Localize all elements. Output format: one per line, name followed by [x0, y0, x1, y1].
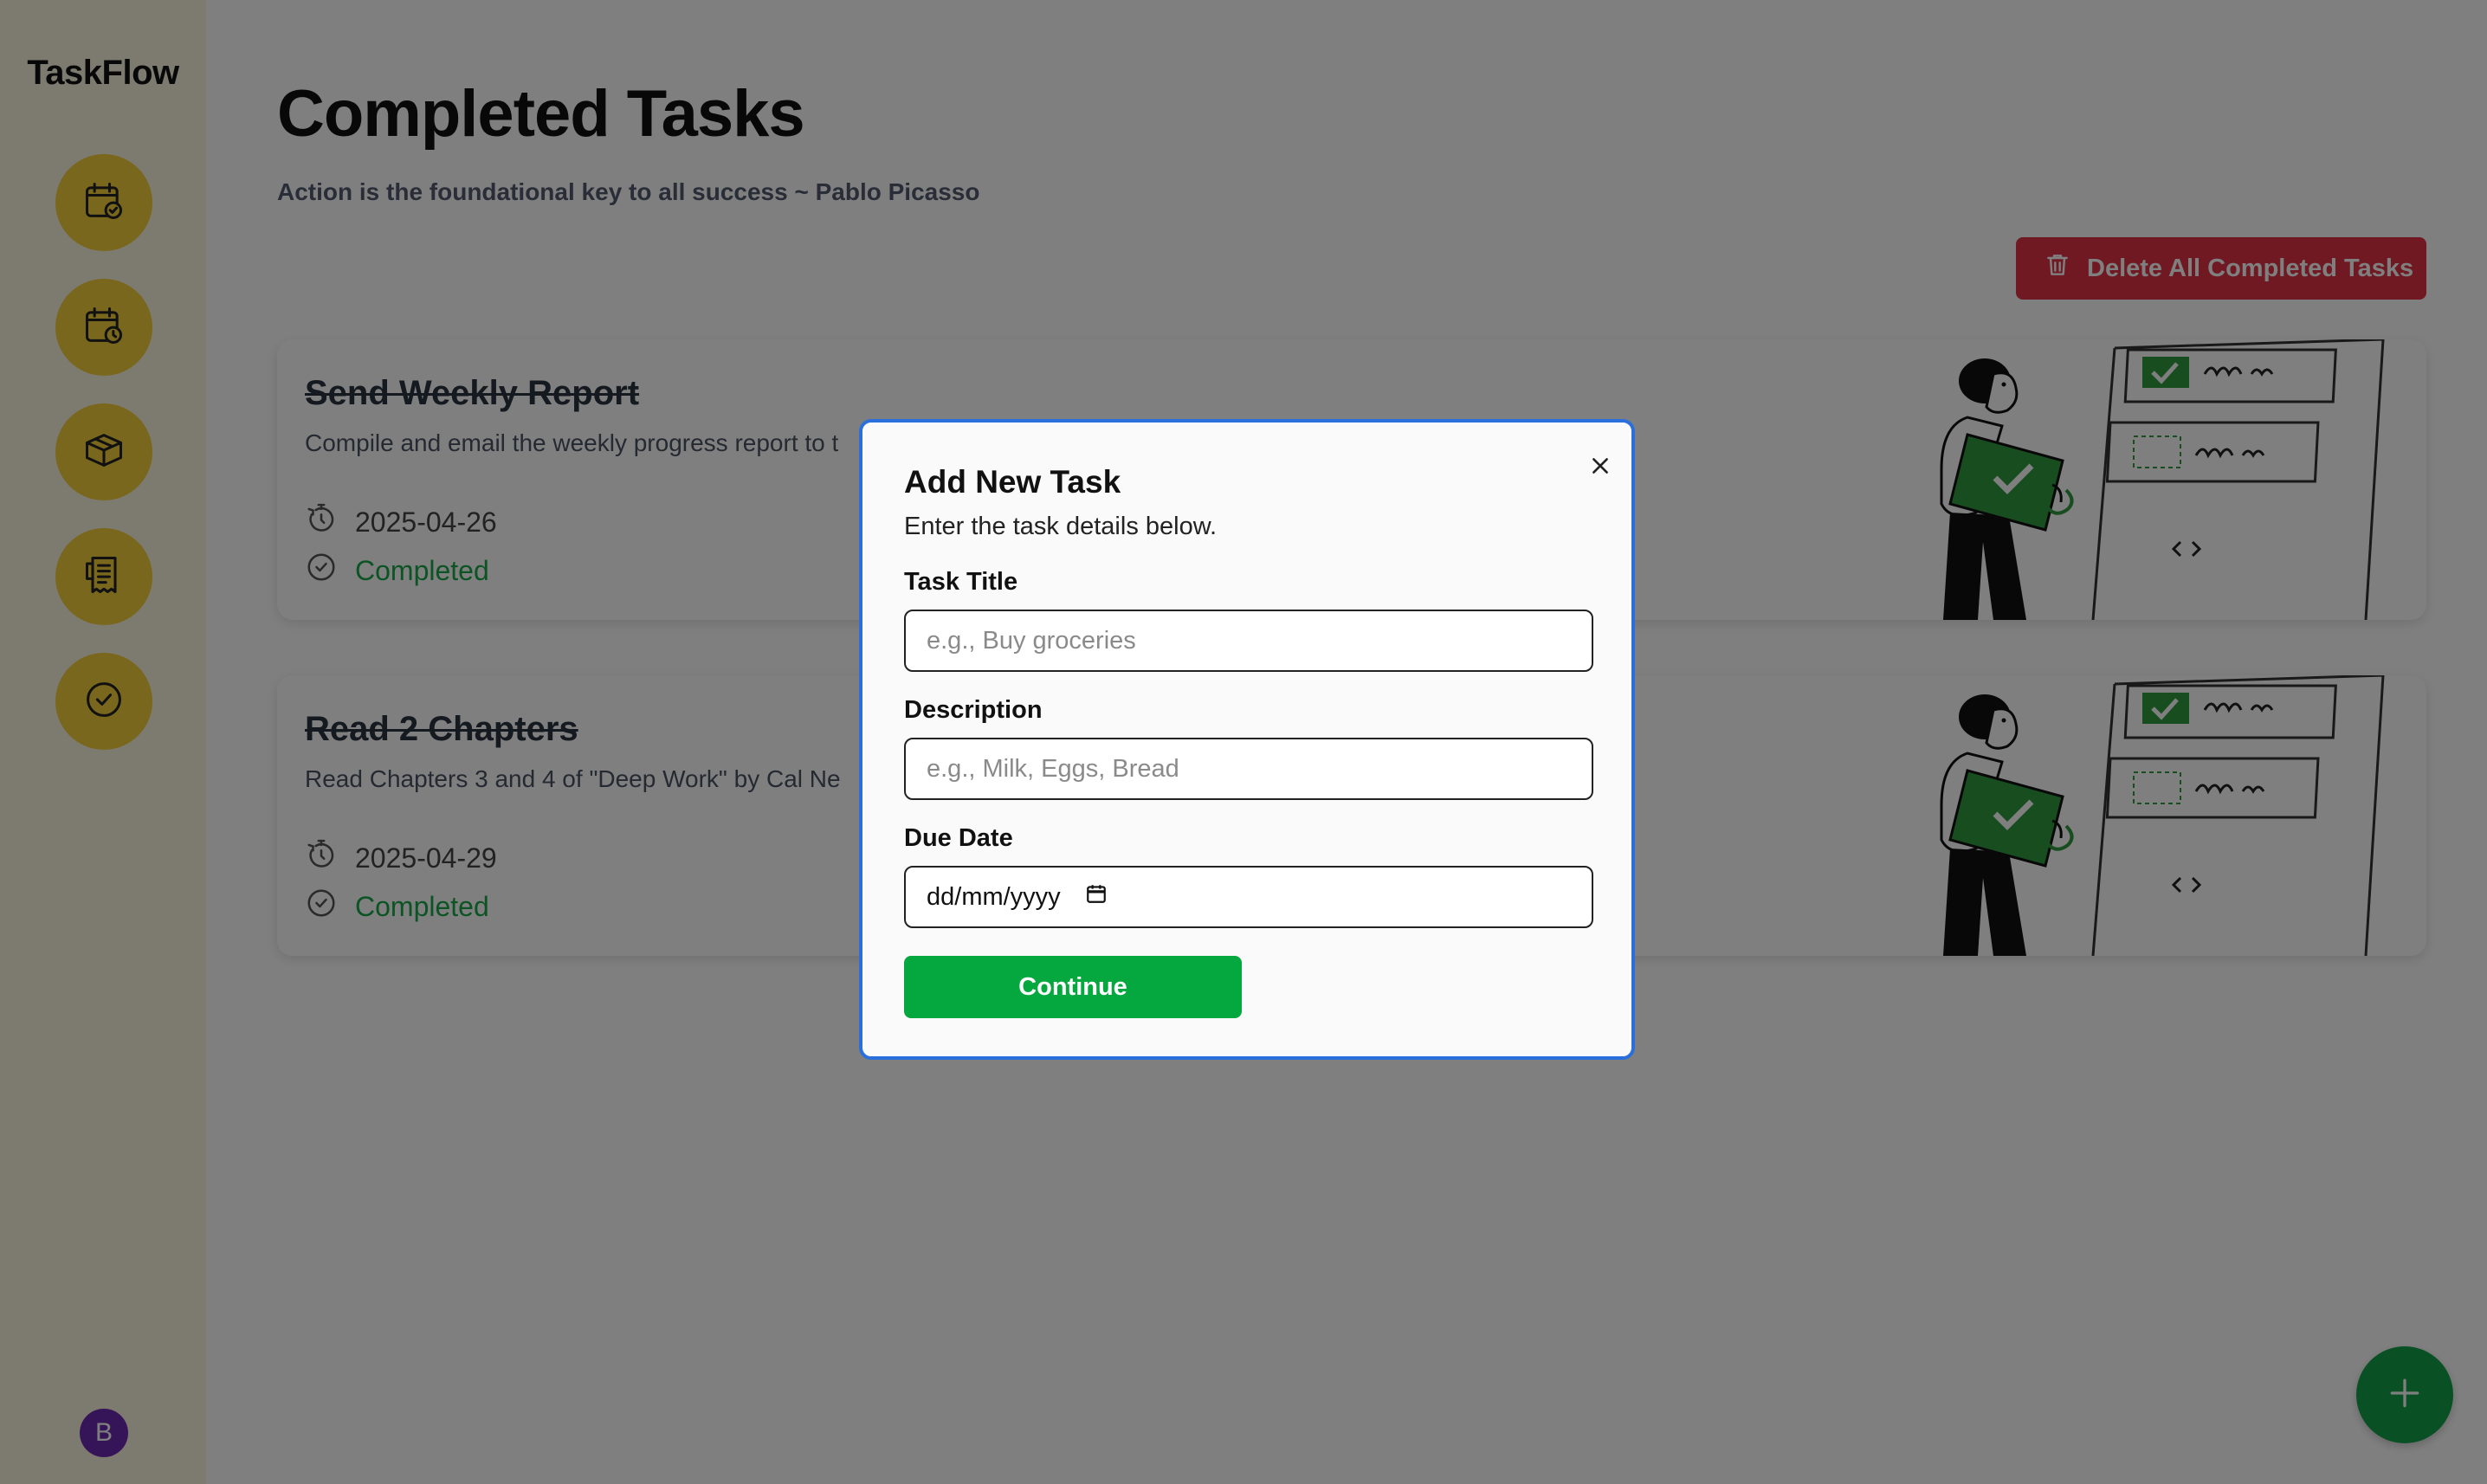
task-title-label: Task Title: [904, 568, 1018, 596]
task-title-input[interactable]: [904, 610, 1593, 672]
description-input[interactable]: [904, 738, 1593, 800]
dialog-title: Add New Task: [904, 464, 1121, 500]
close-dialog-button[interactable]: [1583, 450, 1618, 485]
continue-button[interactable]: Continue: [904, 956, 1242, 1018]
description-label: Description: [904, 696, 1043, 724]
due-date-input[interactable]: dd/mm/yyyy: [904, 866, 1593, 928]
add-task-dialog: Add New Task Enter the task details belo…: [859, 419, 1635, 1060]
due-date-placeholder: dd/mm/yyyy: [927, 882, 1061, 911]
calendar-icon[interactable]: [1085, 882, 1108, 912]
dialog-subtitle: Enter the task details below.: [904, 513, 1218, 540]
due-date-label: Due Date: [904, 824, 1013, 852]
close-icon: [1589, 455, 1612, 481]
